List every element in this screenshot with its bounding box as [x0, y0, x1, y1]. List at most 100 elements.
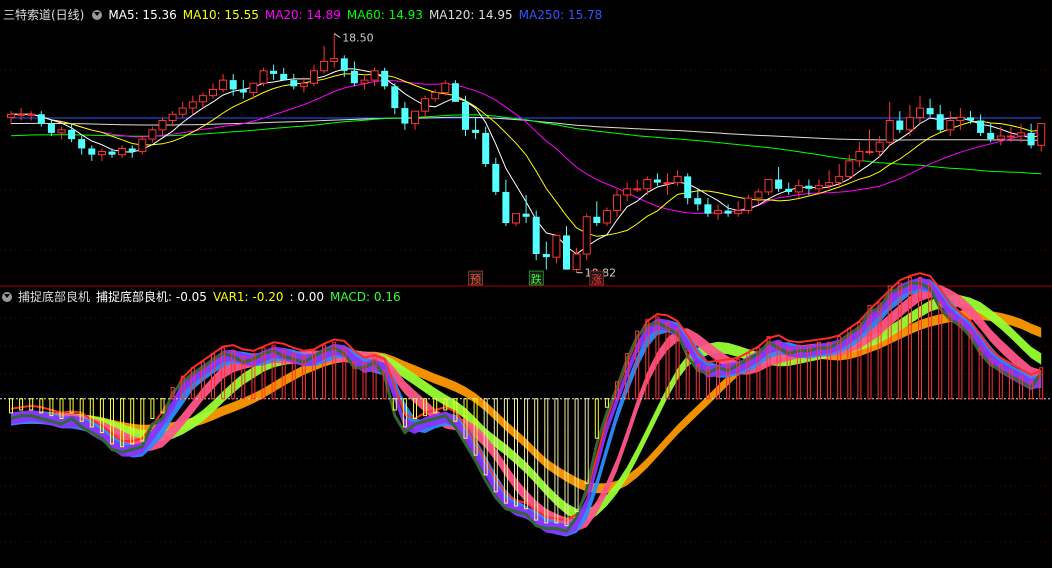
candle-body-up: [905, 116, 914, 131]
candle-body-up: [714, 210, 722, 215]
candle-body-up: [158, 119, 167, 131]
signal-marker: 跌: [531, 272, 542, 286]
candle-body-down: [492, 163, 500, 192]
candle-body-down: [684, 176, 692, 199]
candle-body-down: [350, 70, 358, 84]
candle-body-up: [602, 210, 611, 224]
indicator-header: 捕捉底部良机 捕捉底部良机: -0.05 VAR1: -0.20 : 0.00 …: [0, 288, 407, 306]
candle-body-up: [512, 213, 520, 224]
candle-body-up: [582, 216, 591, 255]
indicator-bar: [584, 398, 589, 484]
candle-body-up: [370, 70, 379, 81]
candle-body-up: [663, 182, 672, 185]
candle-body-down: [775, 179, 783, 189]
candle-body-up: [27, 113, 36, 116]
candle-body-down: [47, 123, 55, 133]
candle-body-up: [1006, 135, 1015, 138]
candle-body-down: [987, 132, 995, 140]
indicator-name: 捕捉底部良机: [18, 290, 91, 304]
ma5-label: MA5: 15.36: [108, 8, 177, 22]
candle-body-up: [916, 107, 924, 118]
candle-body-up: [219, 79, 228, 90]
candle-body-up: [825, 182, 834, 187]
candle-body-up: [794, 185, 803, 193]
candle-body-down: [593, 216, 601, 223]
candle-body-up: [845, 160, 854, 177]
candle-body-up: [744, 197, 753, 212]
candle-body-down: [563, 235, 570, 270]
indicator-value: 捕捉底部良机: -0.05: [96, 290, 207, 304]
candle-body-up: [7, 113, 15, 118]
candle-body-up: [249, 82, 258, 94]
stock-chart[interactable]: 18.5010.82预跌涨: [0, 0, 1052, 568]
candle-body-up: [57, 129, 66, 134]
candle-body-down: [522, 213, 530, 217]
candle-body-up: [411, 110, 419, 125]
ma10-label: MA10: 15.55: [182, 8, 259, 22]
candle-body-down: [451, 83, 459, 102]
candle-body-up: [97, 151, 106, 156]
candle-body-up: [815, 185, 823, 190]
indicator-bar: [594, 398, 599, 439]
indicator-settings-icon[interactable]: [2, 292, 12, 302]
candle-body-up: [310, 70, 318, 84]
candle-body-up: [764, 179, 773, 193]
candle-body-down: [401, 108, 409, 124]
candle-body-up: [552, 234, 561, 258]
candle-body-down: [88, 148, 96, 155]
chart-settings-icon[interactable]: [92, 10, 103, 20]
ma5-line: [11, 68, 1042, 255]
candle-body-down: [472, 129, 480, 133]
indicator-bar: [948, 313, 953, 400]
indicator-bar: [958, 319, 963, 400]
candle-body-up: [855, 151, 864, 162]
candle-body-down: [239, 89, 247, 93]
candle-body-down: [128, 148, 136, 152]
indicator-bar: [9, 398, 13, 414]
candle-body-down: [785, 188, 793, 192]
candle-body-up: [299, 82, 308, 87]
candle-body-up: [996, 135, 1005, 140]
candle-body-up: [360, 79, 369, 84]
candle-body-up: [613, 194, 621, 212]
candle-body-down: [896, 120, 904, 130]
candle-body-up: [168, 113, 177, 121]
candle-body-up: [1017, 132, 1025, 137]
var1-value: VAR1: -0.20: [212, 290, 284, 304]
candle-body-up: [643, 179, 652, 190]
candle-body-up: [885, 119, 894, 143]
indicator-bar: [19, 398, 24, 411]
candle-body-down: [694, 198, 702, 205]
candle-body-up: [673, 175, 682, 184]
candle-body-up: [431, 92, 440, 100]
candle-body-down: [391, 86, 399, 109]
candle-body-down: [340, 58, 348, 71]
price-annotation-pointer: [333, 33, 341, 38]
indicator-bar: [150, 398, 155, 419]
candle-body-down: [502, 191, 510, 223]
indicator-bar: [574, 398, 579, 513]
signal-marker: 涨: [591, 273, 602, 286]
high-price-label: 18.50: [342, 32, 374, 45]
candle-body-up: [734, 210, 743, 215]
candle-body-down: [805, 185, 813, 189]
candle-body-up: [441, 82, 450, 94]
candle-body-up: [330, 57, 339, 62]
candle-body-down: [381, 70, 389, 87]
candle-body-down: [462, 101, 469, 130]
candle-body-down: [1027, 132, 1035, 146]
ma120-label: MA120: 14.95: [428, 8, 513, 22]
candle-body-up: [633, 188, 642, 191]
chart-title: 三特索道(日线): [3, 8, 85, 22]
indicator-bar: [907, 276, 912, 400]
candle-body-down: [270, 70, 278, 74]
candle-body-down: [78, 139, 86, 149]
candle-body-up: [1037, 123, 1046, 146]
indicator-bar: [39, 398, 44, 414]
candle-body-down: [290, 80, 298, 87]
candle-body-down: [482, 132, 490, 164]
candle-body-down: [229, 80, 237, 90]
candle-body-up: [865, 151, 874, 154]
candle-body-down: [280, 73, 288, 81]
candle-body-down: [542, 254, 550, 258]
